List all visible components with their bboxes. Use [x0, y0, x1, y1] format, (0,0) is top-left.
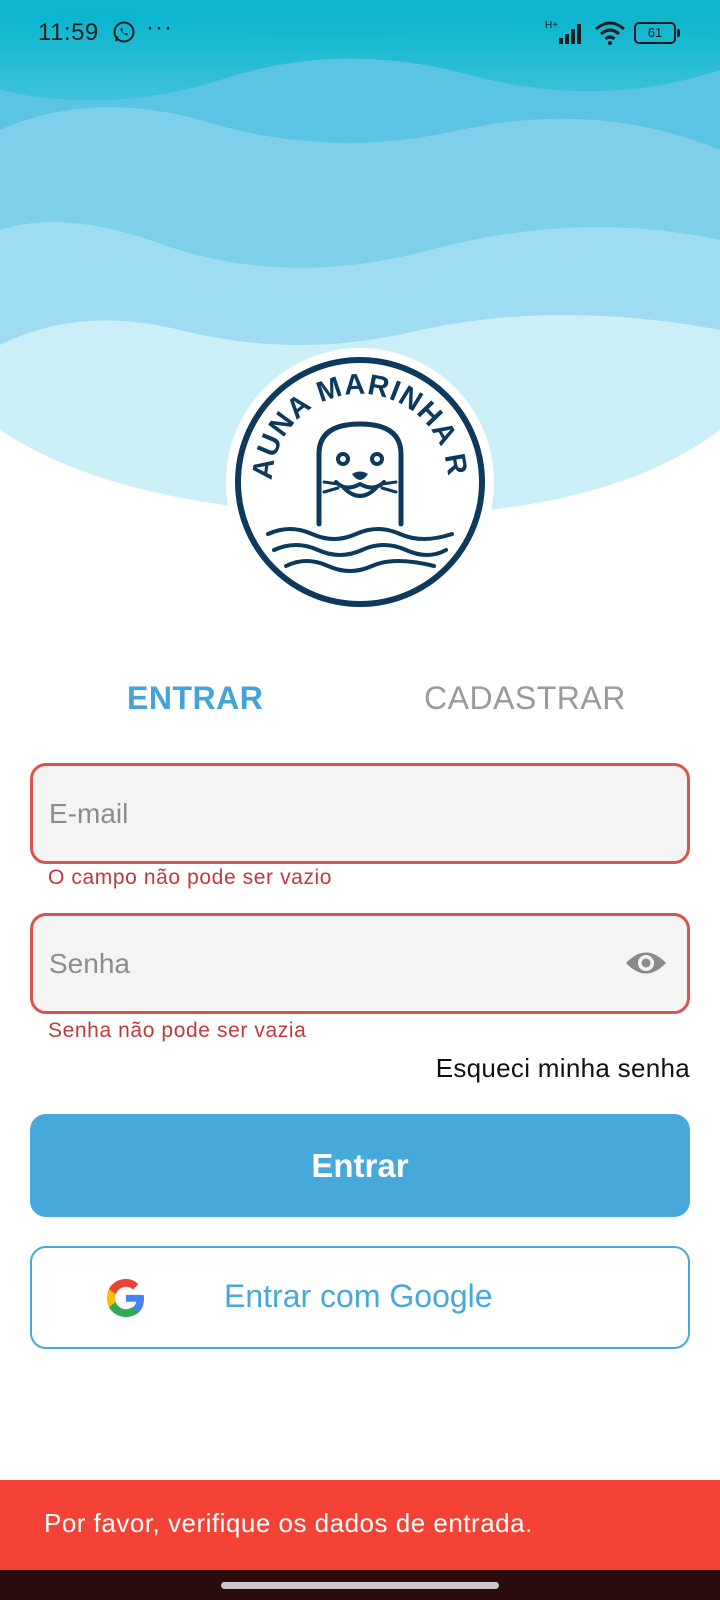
snackbar-message: Por favor, verifique os dados de entrada… — [44, 1508, 533, 1538]
email-input[interactable] — [49, 766, 609, 861]
cellular-signal-icon: H+ — [545, 20, 581, 44]
email-error-message: O campo não pode ser vazio — [48, 866, 333, 889]
password-error-message: Senha não pode ser vazia — [48, 1019, 307, 1042]
google-icon — [107, 1279, 144, 1317]
forgot-password-link[interactable]: Esqueci minha senha — [436, 1053, 690, 1084]
email-field-container — [30, 763, 690, 864]
tab-login[interactable]: ENTRAR — [127, 680, 263, 717]
show-password-eye-icon[interactable] — [625, 948, 667, 978]
login-button[interactable]: Entrar — [30, 1114, 690, 1217]
system-navigation-bar — [0, 1570, 720, 1600]
password-field-container — [30, 913, 690, 1014]
whatsapp-icon — [113, 21, 135, 43]
password-input[interactable] — [49, 916, 609, 1011]
battery-icon: 61 — [634, 22, 680, 44]
google-login-button[interactable]: Entrar com Google — [30, 1246, 690, 1349]
home-gesture-handle[interactable] — [221, 1582, 499, 1589]
google-login-label: Entrar com Google — [224, 1278, 493, 1314]
wifi-icon — [595, 21, 625, 45]
more-notifications-icon: ··· — [146, 14, 173, 41]
tab-register[interactable]: CADASTRAR — [424, 680, 626, 717]
status-time: 11:59 — [38, 19, 99, 46]
svg-text:H+: H+ — [545, 20, 558, 31]
seal-logo-icon: FAUNA MARINHA RS — [224, 346, 494, 616]
login-screen: 11:59 ··· H+ 61 FAUNA MARINHA R — [0, 0, 720, 1600]
status-bar: 11:59 ··· H+ 61 — [0, 0, 720, 66]
error-snackbar: Por favor, verifique os dados de entrada… — [0, 1480, 720, 1570]
